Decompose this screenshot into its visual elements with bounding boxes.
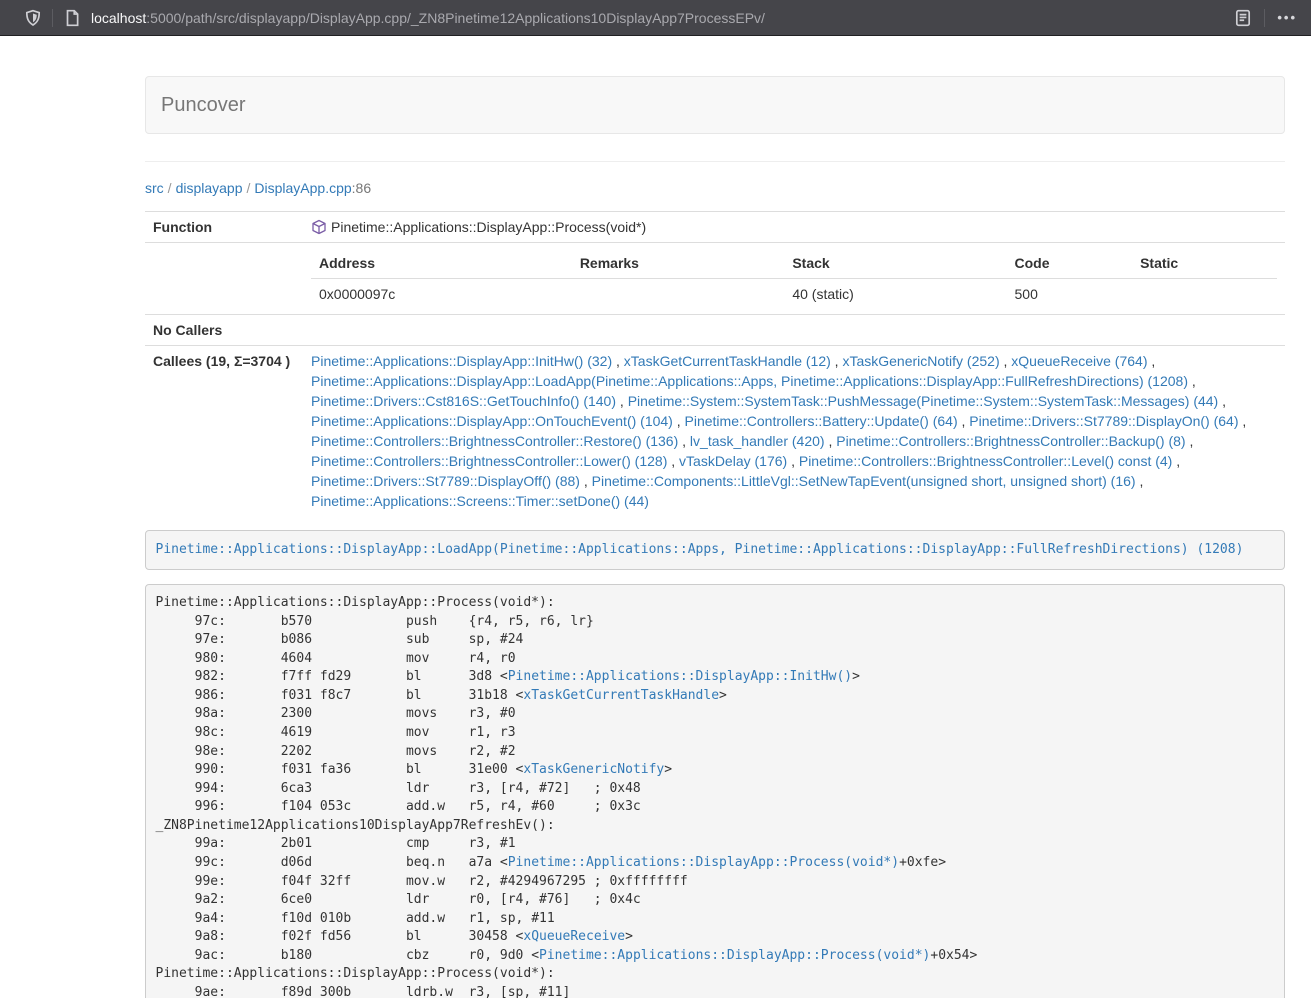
page-content: Puncover src/displayapp/DisplayApp.cpp:8…	[145, 76, 1285, 998]
col-header-static: Static	[1132, 248, 1277, 279]
brand-link[interactable]: Puncover	[146, 94, 246, 117]
function-name: Pinetime::Applications::DisplayApp::Proc…	[331, 219, 646, 235]
url-path: :5000/path/src/displayapp/DisplayApp.cpp…	[146, 10, 765, 26]
callee-link[interactable]: Pinetime::Drivers::St7789::DisplayOn() (…	[969, 413, 1238, 429]
callee-link[interactable]: Pinetime::Drivers::St7789::DisplayOff() …	[311, 473, 580, 489]
stack-value: 40 (static)	[784, 279, 1006, 310]
callee-link[interactable]: Pinetime::Controllers::Battery::Update()…	[685, 413, 958, 429]
url-input[interactable]: localhost:5000/path/src/displayapp/Displ…	[91, 10, 765, 26]
callee-link[interactable]: Pinetime::Components::LittleVgl::SetNewT…	[592, 473, 1136, 489]
callee-snippet-block: Pinetime::Applications::DisplayApp::Load…	[145, 530, 1285, 570]
static-value	[1132, 279, 1277, 310]
menu-icon[interactable]: •••	[1277, 10, 1297, 25]
breadcrumb: src/displayapp/DisplayApp.cpp:86	[145, 178, 1285, 198]
breadcrumb-separator: /	[243, 180, 255, 196]
callee-link[interactable]: Pinetime::Applications::DisplayApp::OnTo…	[311, 413, 673, 429]
app-navbar: Puncover	[145, 76, 1285, 134]
col-header-code: Code	[1007, 248, 1133, 279]
callee-link[interactable]: Pinetime::Controllers::BrightnessControl…	[836, 433, 1185, 449]
callee-link[interactable]: vTaskDelay (176)	[679, 453, 787, 469]
callee-link[interactable]: Pinetime::Drivers::Cst816S::GetTouchInfo…	[311, 393, 616, 409]
code-value: 500	[1007, 279, 1133, 310]
function-stats-table: Address Remarks Stack Code Static 0x0000…	[311, 248, 1277, 309]
function-row: Function Pinetime::Applications::Display…	[145, 212, 1285, 243]
callee-snippet-link[interactable]: Pinetime::Applications::DisplayApp::Load…	[156, 542, 1244, 557]
asm-symbol-link[interactable]: Pinetime::Applications::DisplayApp::Init…	[508, 669, 852, 684]
callees-list: Pinetime::Applications::DisplayApp::Init…	[303, 346, 1285, 517]
function-stats-row: Address Remarks Stack Code Static 0x0000…	[145, 243, 1285, 315]
col-header-stack: Stack	[784, 248, 1006, 279]
callers-label: No Callers	[145, 315, 303, 346]
callee-link[interactable]: Pinetime::Controllers::BrightnessControl…	[799, 453, 1172, 469]
callee-link[interactable]: Pinetime::Applications::DisplayApp::Load…	[311, 373, 1188, 389]
callee-link[interactable]: xQueueReceive (764)	[1011, 353, 1147, 369]
breadcrumb-line-number: :86	[352, 180, 371, 196]
remarks-value	[572, 279, 785, 310]
symbol-cube-icon	[311, 219, 327, 235]
asm-symbol-link[interactable]: Pinetime::Applications::DisplayApp::Proc…	[539, 948, 930, 963]
callee-link[interactable]: Pinetime::Applications::DisplayApp::Init…	[311, 353, 612, 369]
callers-row: No Callers	[145, 315, 1285, 346]
page-icon[interactable]	[63, 9, 81, 27]
address-value: 0x0000097c	[311, 279, 572, 310]
reader-view-icon[interactable]	[1234, 9, 1252, 27]
breadcrumb-link[interactable]: displayapp	[176, 180, 243, 196]
asm-symbol-link[interactable]: xQueueReceive	[523, 929, 625, 944]
function-name-cell: Pinetime::Applications::DisplayApp::Proc…	[303, 212, 1285, 243]
callee-link[interactable]: Pinetime::Controllers::BrightnessControl…	[311, 453, 667, 469]
breadcrumb-link[interactable]: DisplayApp.cpp	[254, 180, 351, 196]
col-header-remarks: Remarks	[572, 248, 785, 279]
function-info-table: Function Pinetime::Applications::Display…	[145, 211, 1285, 516]
breadcrumb-separator: /	[164, 180, 176, 196]
callee-link[interactable]: lv_task_handler (420)	[690, 433, 825, 449]
callee-link[interactable]: Pinetime::Applications::Screens::Timer::…	[311, 493, 649, 509]
breadcrumb-link[interactable]: src	[145, 180, 164, 196]
callee-link[interactable]: Pinetime::Controllers::BrightnessControl…	[311, 433, 678, 449]
url-host: localhost	[91, 10, 146, 26]
callee-link[interactable]: xTaskGenericNotify (252)	[842, 353, 999, 369]
browser-url-bar: localhost:5000/path/src/displayapp/Displ…	[0, 0, 1311, 36]
shield-icon[interactable]	[24, 9, 42, 27]
divider	[52, 9, 53, 27]
function-row-label: Function	[145, 212, 303, 243]
divider	[1264, 9, 1265, 27]
asm-symbol-link[interactable]: xTaskGetCurrentTaskHandle	[523, 688, 719, 703]
callee-link[interactable]: xTaskGetCurrentTaskHandle (12)	[624, 353, 831, 369]
divider	[145, 161, 1285, 162]
callee-link[interactable]: Pinetime::System::SystemTask::PushMessag…	[628, 393, 1219, 409]
col-header-address: Address	[311, 248, 572, 279]
disassembly-block: Pinetime::Applications::DisplayApp::Proc…	[145, 584, 1285, 998]
asm-symbol-link[interactable]: Pinetime::Applications::DisplayApp::Proc…	[508, 855, 899, 870]
callees-row: Callees (19, Σ=3704 ) Pinetime::Applicat…	[145, 346, 1285, 517]
table-row: 0x0000097c 40 (static) 500	[311, 279, 1277, 310]
callees-label: Callees (19, Σ=3704 )	[145, 346, 303, 517]
asm-symbol-link[interactable]: xTaskGenericNotify	[523, 762, 664, 777]
